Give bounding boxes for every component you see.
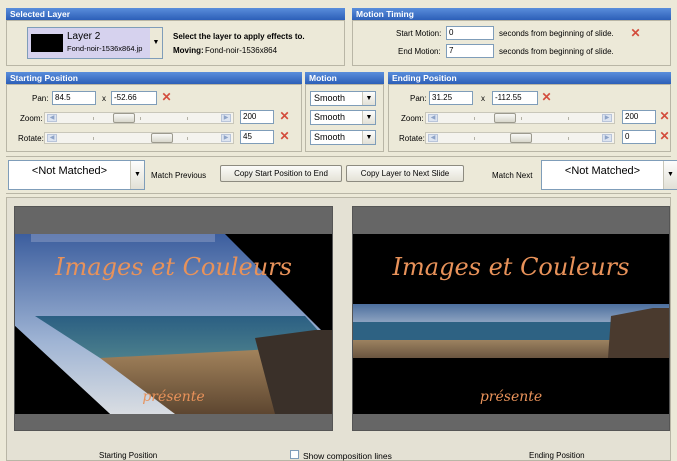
start-rotate-field[interactable]: 45 xyxy=(240,130,274,144)
start-motion-label: Start Motion: xyxy=(396,29,442,38)
start-motion-suffix: seconds from beginning of slide. xyxy=(499,29,614,38)
start-motion-field[interactable]: 0 xyxy=(446,26,494,40)
end-rotate-label: Rotate: xyxy=(399,134,425,143)
slider-left-arrow-icon[interactable]: ◀ xyxy=(428,134,438,142)
layer-instruction: Select the layer to apply effects to. xyxy=(173,32,305,41)
chevron-down-icon[interactable]: ▼ xyxy=(362,131,375,144)
end-pan-y-field[interactable]: -112.55 xyxy=(492,91,538,105)
slider-tick xyxy=(93,117,94,120)
match-next-select[interactable]: <Not Matched> ▼ xyxy=(541,160,677,190)
slider-tick xyxy=(93,137,94,140)
start-rotate-label: Rotate: xyxy=(18,134,44,143)
end-zoom-label: Zoom: xyxy=(401,114,424,123)
end-rotate-slider[interactable]: ◀ ▶ xyxy=(425,132,615,144)
start-pan-label: Pan: xyxy=(32,94,49,103)
motion-timing-panel xyxy=(352,20,671,66)
end-zoom-field[interactable]: 200 xyxy=(622,110,656,124)
slider-left-arrow-icon[interactable]: ◀ xyxy=(428,114,438,122)
rotate-motion-value: Smooth xyxy=(314,132,346,142)
slider-tick xyxy=(187,117,188,120)
layer-file: Fond-noir-1536x864.jp xyxy=(67,44,143,53)
motion-header: Motion xyxy=(305,72,384,84)
end-pan-x-field[interactable]: 31.25 xyxy=(429,91,473,105)
slider-right-arrow-icon[interactable]: ▶ xyxy=(221,134,231,142)
slider-left-arrow-icon[interactable]: ◀ xyxy=(47,114,57,122)
ending-position-header: Ending Position xyxy=(388,72,671,84)
layer-thumbnail xyxy=(31,34,63,52)
slider-tick xyxy=(474,137,475,140)
clear-end-rotate-icon[interactable]: ✕ xyxy=(659,130,670,142)
slider-tick xyxy=(187,137,188,140)
moving-label: Moving: xyxy=(173,46,204,55)
match-previous-select[interactable]: <Not Matched> ▼ xyxy=(8,160,145,190)
chevron-down-icon[interactable]: ▼ xyxy=(663,161,677,189)
end-zoom-thumb[interactable] xyxy=(494,113,516,123)
copy-layer-next-button[interactable]: Copy Layer to Next Slide xyxy=(346,165,464,182)
end-caption: Ending Position xyxy=(529,451,585,460)
zoom-motion-select[interactable]: Smooth ▼ xyxy=(310,110,376,125)
match-previous-value: <Not Matched> xyxy=(31,165,108,177)
slider-tick xyxy=(568,137,569,140)
end-pan-label: Pan: xyxy=(410,94,427,103)
slider-tick xyxy=(521,117,522,120)
match-next-label: Match Next xyxy=(492,171,533,180)
start-subtitle: présente xyxy=(142,389,205,405)
end-motion-field[interactable]: 7 xyxy=(446,44,494,58)
start-zoom-slider[interactable]: ◀ ▶ xyxy=(44,112,234,124)
starting-position-header: Starting Position xyxy=(6,72,302,84)
show-lines-checkbox[interactable] xyxy=(290,450,299,459)
clear-end-pan-icon[interactable]: ✕ xyxy=(541,91,552,103)
slider-right-arrow-icon[interactable]: ▶ xyxy=(602,134,612,142)
start-zoom-thumb[interactable] xyxy=(113,113,135,123)
show-lines-label[interactable]: Show composition lines xyxy=(303,451,392,461)
layer-name: Layer 2 xyxy=(67,31,101,42)
pan-motion-select[interactable]: Smooth ▼ xyxy=(310,91,376,106)
rotate-motion-select[interactable]: Smooth ▼ xyxy=(310,130,376,145)
end-title: Images et Couleurs xyxy=(392,253,630,281)
start-pan-y-field[interactable]: -52.66 xyxy=(111,91,157,105)
end-pan-separator: x xyxy=(481,94,485,103)
clear-start-motion-icon[interactable]: ✕ xyxy=(630,27,641,39)
start-rotate-thumb[interactable] xyxy=(151,133,173,143)
clear-end-zoom-icon[interactable]: ✕ xyxy=(659,110,670,122)
slider-right-arrow-icon[interactable]: ▶ xyxy=(602,114,612,122)
slider-right-arrow-icon[interactable]: ▶ xyxy=(221,114,231,122)
chevron-down-icon[interactable]: ▼ xyxy=(362,92,375,105)
chevron-down-icon[interactable]: ▼ xyxy=(362,111,375,124)
selected-layer-header: Selected Layer xyxy=(6,8,345,20)
moving-value: Fond-noir-1536x864 xyxy=(205,46,278,55)
end-rotate-field[interactable]: 0 xyxy=(622,130,656,144)
chevron-down-icon[interactable]: ▼ xyxy=(130,161,144,189)
start-pan-separator: x xyxy=(102,94,106,103)
clear-start-pan-icon[interactable]: ✕ xyxy=(161,91,172,103)
start-zoom-field[interactable]: 200 xyxy=(240,110,274,124)
end-zoom-slider[interactable]: ◀ ▶ xyxy=(425,112,615,124)
start-title: Images et Couleurs xyxy=(55,253,292,281)
start-caption: Starting Position xyxy=(99,451,158,460)
match-next-value: <Not Matched> xyxy=(564,165,641,177)
slider-tick xyxy=(568,117,569,120)
start-zoom-label: Zoom: xyxy=(20,114,43,123)
slider-tick xyxy=(140,117,141,120)
slider-tick xyxy=(474,117,475,120)
chevron-down-icon[interactable]: ▼ xyxy=(150,28,162,58)
motion-timing-header: Motion Timing xyxy=(352,8,671,20)
end-motion-label: End Motion: xyxy=(398,47,441,56)
end-subtitle: présente xyxy=(479,389,543,405)
start-rotate-slider[interactable]: ◀ ▶ xyxy=(44,132,234,144)
end-rotate-thumb[interactable] xyxy=(510,133,532,143)
pan-motion-value: Smooth xyxy=(314,93,346,103)
copy-start-to-end-button[interactable]: Copy Start Position to End xyxy=(220,165,342,182)
layer-selector[interactable]: Layer 2 Fond-noir-1536x864.jp ▼ xyxy=(27,27,163,59)
zoom-motion-value: Smooth xyxy=(314,112,346,122)
clear-start-zoom-icon[interactable]: ✕ xyxy=(279,110,290,122)
start-pan-x-field[interactable]: 84.5 xyxy=(52,91,96,105)
match-previous-label: Match Previous xyxy=(151,171,207,180)
end-motion-suffix: seconds from beginning of slide. xyxy=(499,47,614,56)
clear-start-rotate-icon[interactable]: ✕ xyxy=(279,130,290,142)
slider-left-arrow-icon[interactable]: ◀ xyxy=(47,134,57,142)
